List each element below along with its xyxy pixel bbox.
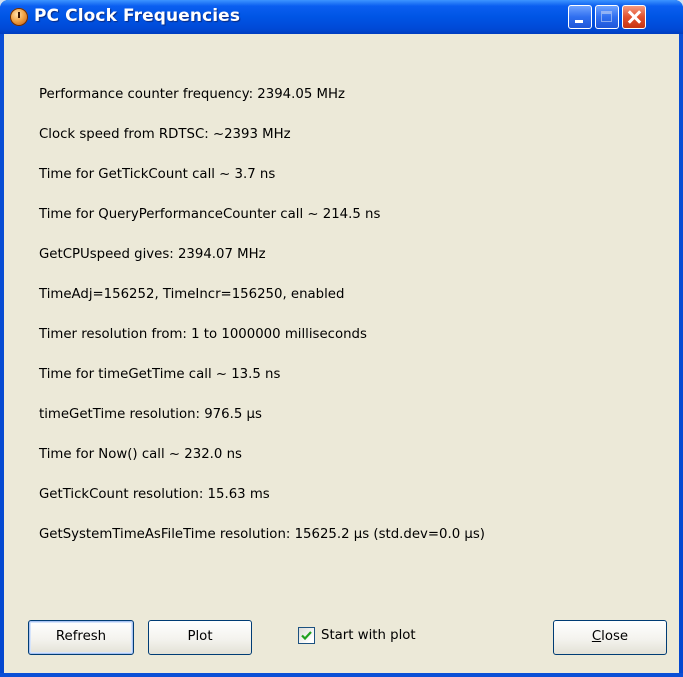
plot-button-label: Plot xyxy=(187,629,213,644)
info-line-timegettime-resolution: timeGetTime resolution: 976.5 µs xyxy=(39,407,262,422)
app-window: PC Clock Frequencies Performance counter… xyxy=(0,0,683,677)
refresh-button[interactable]: Refresh xyxy=(28,620,134,655)
info-line-getcpuspeed: GetCPUspeed gives: 2394.07 MHz xyxy=(39,247,266,262)
info-line-gettickcount-resolution: GetTickCount resolution: 15.63 ms xyxy=(39,487,270,502)
info-line-gettickcount-time: Time for GetTickCount call ~ 3.7 ns xyxy=(39,167,276,182)
window-client-area: Performance counter frequency: 2394.05 M… xyxy=(4,34,679,673)
info-line-timegettime-time: Time for timeGetTime call ~ 13.5 ns xyxy=(39,367,281,382)
plot-button[interactable]: Plot xyxy=(148,620,252,655)
info-line-timeadj: TimeAdj=156252, TimeIncr=156250, enabled xyxy=(39,287,345,302)
info-line-perf-counter-frequency: Performance counter frequency: 2394.05 M… xyxy=(39,87,345,102)
title-bar[interactable]: PC Clock Frequencies xyxy=(0,0,683,34)
info-line-systemtime-resolution: GetSystemTimeAsFileTime resolution: 1562… xyxy=(39,527,485,542)
info-line-qpc-time: Time for QueryPerformanceCounter call ~ … xyxy=(39,207,381,222)
close-accelerator-letter: C xyxy=(591,629,602,644)
close-icon[interactable] xyxy=(622,5,646,29)
info-line-now-time: Time for Now() call ~ 232.0 ns xyxy=(39,447,242,462)
maximize-icon[interactable] xyxy=(595,5,619,29)
start-with-plot-checkbox[interactable] xyxy=(298,627,315,644)
clock-app-icon[interactable] xyxy=(10,8,28,26)
info-line-rdtsc-clock-speed: Clock speed from RDTSC: ~2393 MHz xyxy=(39,127,291,142)
close-button[interactable]: Close xyxy=(553,620,667,655)
start-with-plot-label: Start with plot xyxy=(321,628,416,643)
window-title: PC Clock Frequencies xyxy=(34,6,241,26)
close-button-label: Close xyxy=(592,629,628,644)
minimize-icon[interactable] xyxy=(568,5,592,29)
close-label-rest: lose xyxy=(601,629,629,644)
refresh-button-label: Refresh xyxy=(55,629,107,644)
window-bottom-border xyxy=(0,673,683,677)
info-line-timer-resolution: Timer resolution from: 1 to 1000000 mill… xyxy=(39,327,367,342)
checkmark-icon xyxy=(301,631,312,641)
